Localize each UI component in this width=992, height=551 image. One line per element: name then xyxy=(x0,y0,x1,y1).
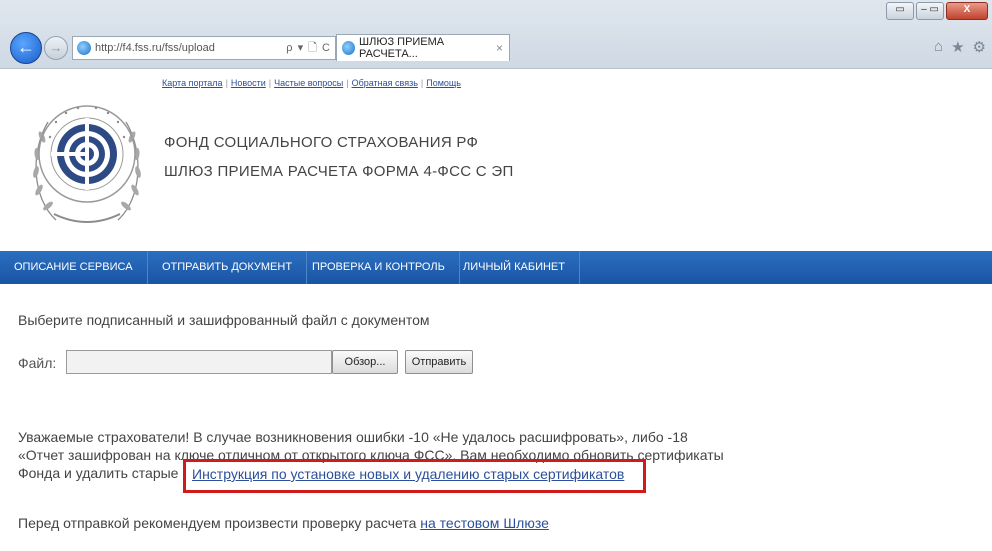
ie-page-icon xyxy=(77,41,91,55)
menu-item-service-description[interactable]: ОПИСАНИЕ СЕРВИСА xyxy=(0,251,148,284)
tab-favicon-icon xyxy=(342,41,356,55)
top-link-faq[interactable]: Частые вопросы xyxy=(274,78,343,88)
top-links: Карта портала | Новости | Частые вопросы | Обр… xyxy=(162,78,461,88)
check-text: Перед отправкой рекомендуем произвести п… xyxy=(18,515,417,531)
notice-line-2: «Отчет зашифрован на ключе отличном от о… xyxy=(18,447,724,463)
star-icon[interactable]: ★ xyxy=(951,38,964,56)
tab-close-icon[interactable]: × xyxy=(496,41,509,55)
certificate-instruction-link[interactable]: Инструкция по установке новых и удалению… xyxy=(192,466,624,482)
address-bar[interactable]: http://f4.fss.ru/fss/upload ρ ▾ 🗋 C xyxy=(72,36,336,60)
toolbar-icons: ⌂ ★ ⚙ xyxy=(934,38,986,56)
tab-title: ШЛЮЗ ПРИЕМА РАСЧЕТА... xyxy=(359,36,445,60)
gear-icon[interactable]: ⚙ xyxy=(973,38,986,56)
org-name: ФОНД СОЦИАЛЬНОГО СТРАХОВАНИЯ РФ xyxy=(164,134,479,151)
address-url[interactable]: http://f4.fss.ru/fss/upload xyxy=(95,42,215,54)
top-link-news[interactable]: Новости xyxy=(231,78,266,88)
file-path-input[interactable] xyxy=(66,350,332,374)
top-link-feedback[interactable]: Обратная связь xyxy=(352,78,418,88)
top-link-portal-map[interactable]: Карта портала xyxy=(162,78,223,88)
notice-line-1: Уважаемые страхователи! В случае возникн… xyxy=(18,429,688,445)
service-name: ШЛЮЗ ПРИЕМА РАСЧЕТА ФОРМА 4-ФСС С ЭП xyxy=(164,163,514,180)
menu-item-personal-account[interactable]: ЛИЧНЫЙ КАБИНЕТ xyxy=(449,251,580,284)
restore-button[interactable]: – ▭ xyxy=(916,2,944,20)
browser-tab[interactable]: ШЛЮЗ ПРИЕМА РАСЧЕТА... × xyxy=(336,34,510,61)
menu-item-send-document[interactable]: ОТПРАВИТЬ ДОКУМЕНТ xyxy=(148,251,308,284)
minimize-button[interactable]: ▭ xyxy=(886,2,914,20)
browser-chrome: ▭ – ▭ X ← → http://f4.fss.ru/fss/upload … xyxy=(0,0,992,69)
home-icon[interactable]: ⌂ xyxy=(934,38,943,56)
test-gateway-link[interactable]: на тестовом Шлюзе xyxy=(420,515,549,531)
back-button[interactable]: ← xyxy=(10,32,42,64)
check-before-send-text: Перед отправкой рекомендуем произвести п… xyxy=(18,515,549,531)
address-tools-icons[interactable]: ρ ▾ 🗋 C xyxy=(286,39,335,58)
close-window-button[interactable]: X xyxy=(946,2,988,20)
fss-emblem-logo xyxy=(33,105,141,223)
send-button[interactable]: Отправить xyxy=(405,350,473,374)
top-link-help[interactable]: Помощь xyxy=(426,78,461,88)
main-menu: ОПИСАНИЕ СЕРВИСА ОТПРАВИТЬ ДОКУМЕНТ ПРОВ… xyxy=(0,251,992,284)
file-label: Файл: xyxy=(18,355,57,371)
browse-button[interactable]: Обзор... xyxy=(332,350,398,374)
menu-item-check-control[interactable]: ПРОВЕРКА И КОНТРОЛЬ xyxy=(298,251,460,284)
window-controls: ▭ – ▭ X xyxy=(886,2,988,20)
forward-button[interactable]: → xyxy=(44,36,68,60)
choose-file-instruction: Выберите подписанный и зашифрованный фай… xyxy=(18,312,430,328)
